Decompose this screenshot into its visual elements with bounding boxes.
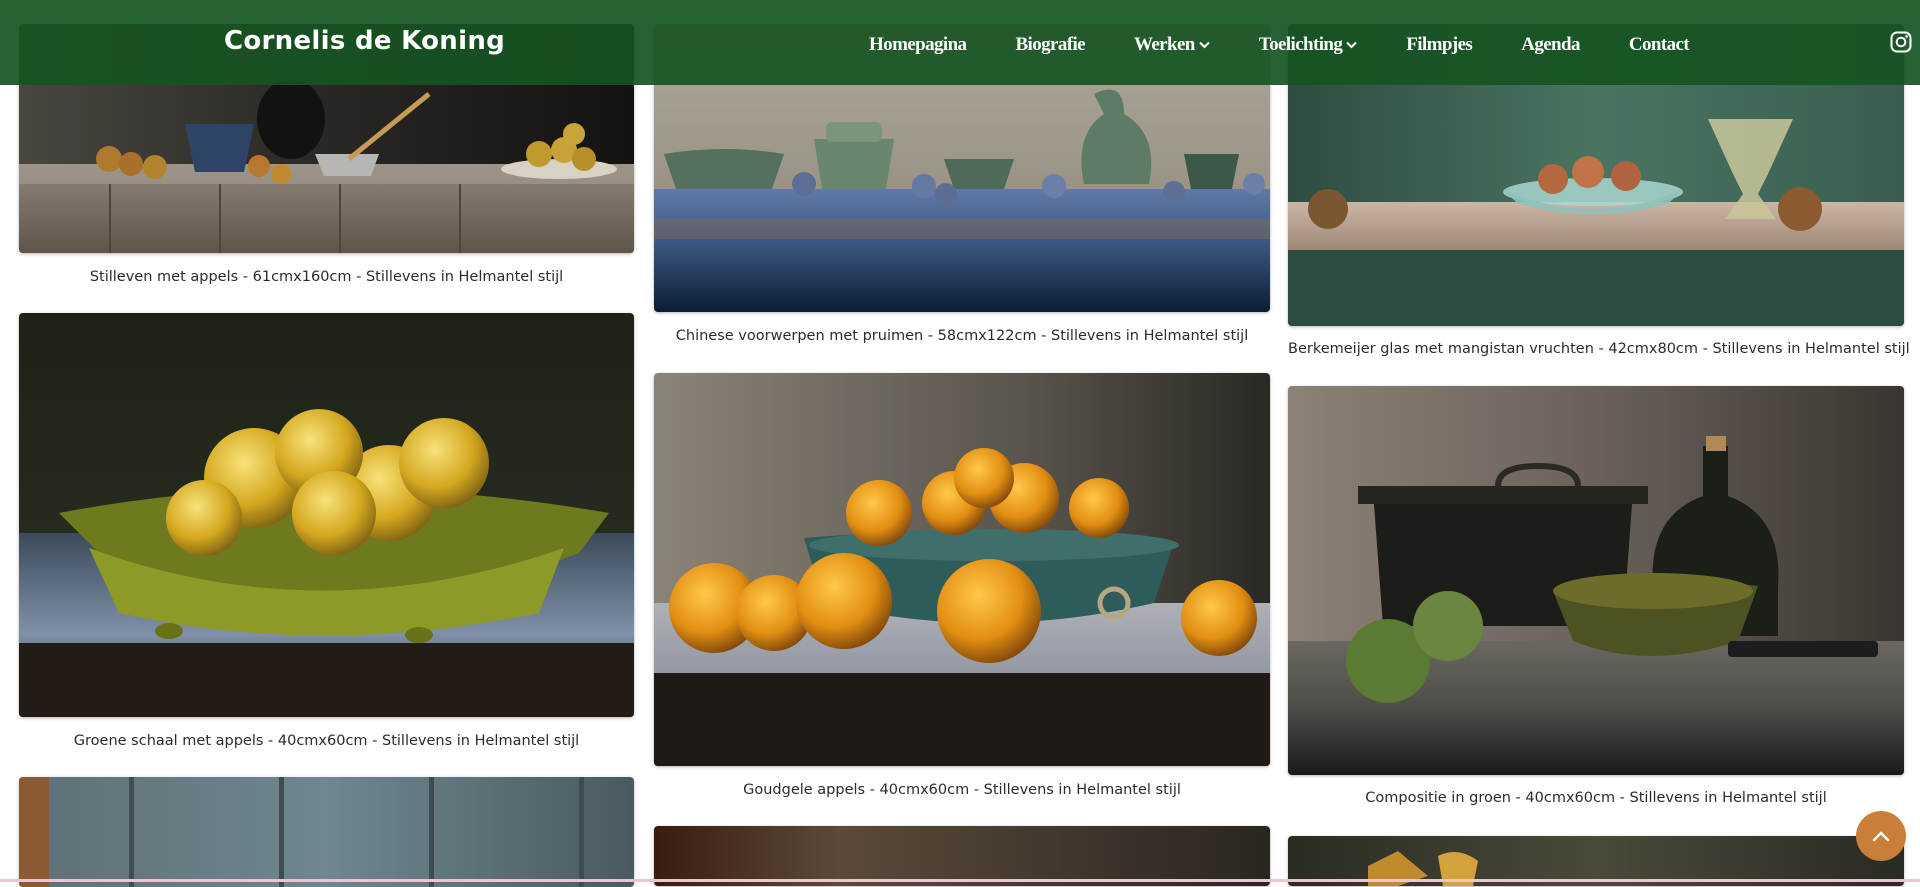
site-title-link[interactable]: Cornelis de Koning bbox=[224, 26, 505, 56]
artwork-caption: Stilleven met appels - 61cmx160cm - Stil… bbox=[89, 269, 564, 285]
artwork-image-compositie-in-groen[interactable] bbox=[1288, 386, 1904, 775]
nav-label: Homepagina bbox=[869, 34, 967, 55]
artwork-caption: Goudgele appels - 40cmx60cm - Stillevens… bbox=[743, 782, 1181, 798]
artwork-image-goudgele-appels[interactable] bbox=[654, 373, 1270, 766]
nav-label: Contact bbox=[1628, 34, 1690, 55]
nav-label: Werken bbox=[1133, 34, 1195, 55]
nav-item-biografie[interactable]: Biografie bbox=[1015, 34, 1085, 56]
artwork-caption: Groene schaal met appels - 40cmx60cm - S… bbox=[73, 733, 580, 749]
nav-item-werken[interactable]: Werken bbox=[1134, 34, 1210, 56]
artwork-image-groene-schaal-met-appels[interactable] bbox=[19, 313, 634, 717]
nav-item-agenda[interactable]: Agenda bbox=[1521, 34, 1580, 56]
chevron-down-icon bbox=[1346, 41, 1357, 49]
nav-label: Agenda bbox=[1521, 34, 1580, 55]
artwork-caption: Chinese voorwerpen met pruimen - 58cmx12… bbox=[675, 328, 1249, 344]
nav-item-contact[interactable]: Contact bbox=[1628, 34, 1690, 56]
artwork-image-partial[interactable] bbox=[654, 826, 1270, 886]
artwork-image-partial[interactable] bbox=[19, 777, 634, 887]
header-top-strip bbox=[0, 0, 1920, 24]
chevron-down-icon bbox=[1199, 41, 1210, 49]
instagram-icon[interactable] bbox=[1890, 31, 1912, 53]
back-to-top-button[interactable] bbox=[1856, 811, 1906, 861]
nav-label: Biografie bbox=[1015, 34, 1085, 55]
artwork-caption: Berkemeijer glas met mangistan vruchten … bbox=[1288, 341, 1910, 357]
nav-item-homepagina[interactable]: Homepagina bbox=[869, 34, 967, 56]
nav-label: Filmpjes bbox=[1406, 34, 1473, 55]
site-header: Cornelis de Koning Homepagina Biografie … bbox=[0, 0, 1920, 85]
main-navigation: Homepagina Biografie Werken Toelichting … bbox=[869, 30, 1690, 60]
nav-item-filmpjes[interactable]: Filmpjes bbox=[1406, 34, 1473, 56]
nav-item-toelichting[interactable]: Toelichting bbox=[1259, 34, 1358, 56]
nav-label: Toelichting bbox=[1258, 34, 1343, 55]
chevron-up-icon bbox=[1872, 827, 1890, 846]
artwork-caption: Compositie in groen - 40cmx60cm - Stille… bbox=[1365, 790, 1827, 806]
